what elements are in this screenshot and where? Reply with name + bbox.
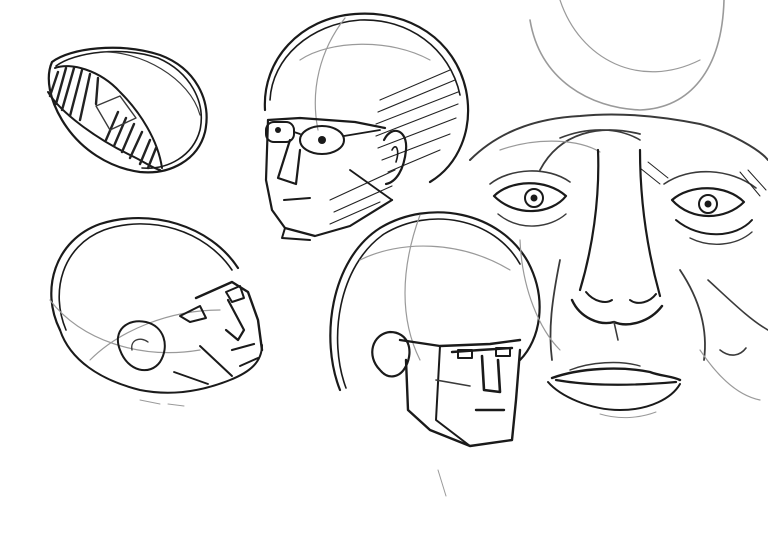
face-detailed-study <box>469 0 768 419</box>
head-from-below <box>329 211 541 497</box>
sketch-drawing <box>47 0 768 497</box>
sketch-canvas <box>0 0 768 540</box>
cranium-shell-study <box>47 46 208 174</box>
head-front-three-quarter <box>263 12 470 241</box>
head-back-three-quarter-tilted <box>49 217 264 407</box>
